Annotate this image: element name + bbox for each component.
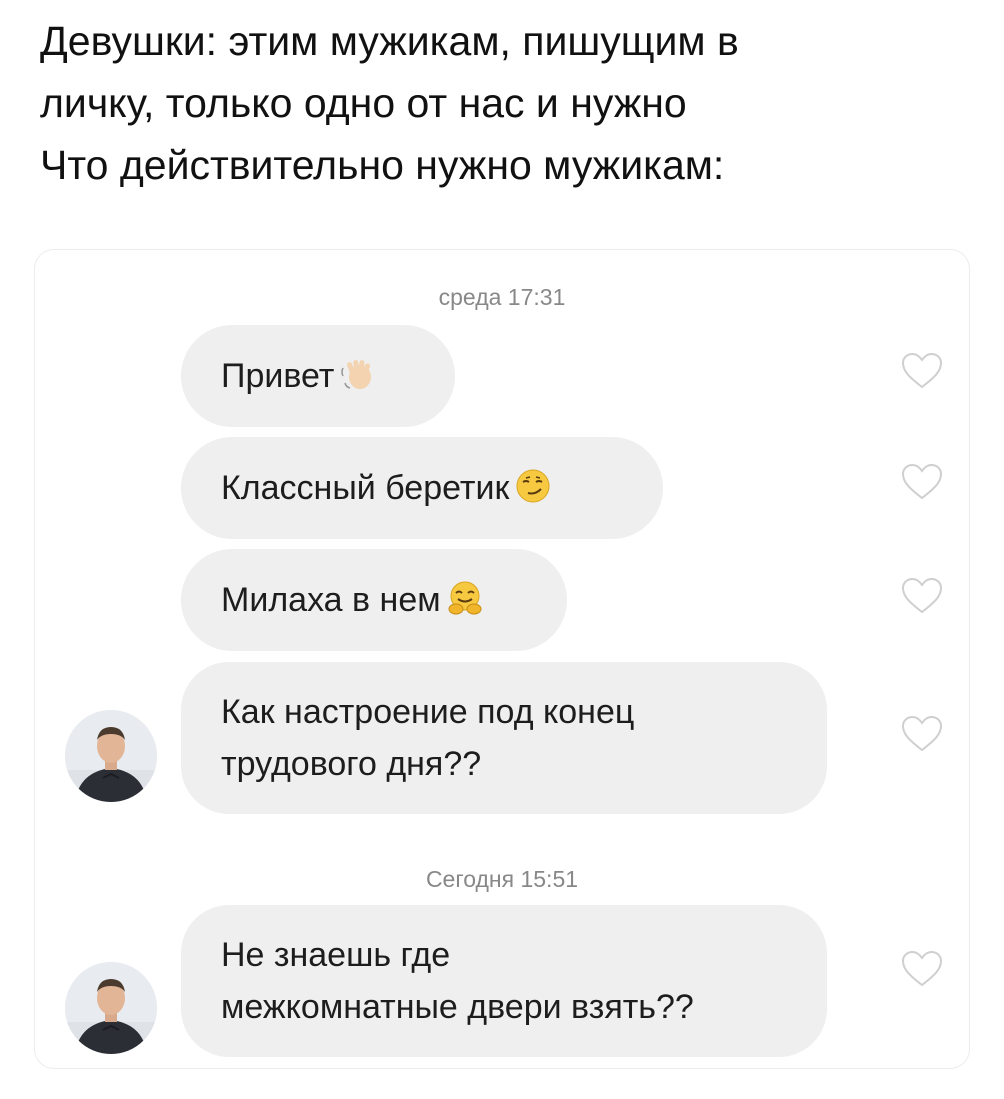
hugging-face-emoji bbox=[448, 581, 482, 615]
heart-outline-icon[interactable] bbox=[901, 577, 943, 615]
avatar-image bbox=[65, 710, 157, 802]
caption-line-2: личку, только одно от нас и нужно bbox=[40, 80, 687, 126]
post-caption: Девушки: этим мужикам, пишущим в личку, … bbox=[40, 10, 980, 196]
message-text-5-line-1: Не знаешь где bbox=[221, 936, 451, 974]
message-bubble-5[interactable]: Не знаешь где межкомнатные двери взять?? bbox=[181, 905, 827, 1057]
avatar-image bbox=[65, 962, 157, 1054]
timestamp-wednesday: среда 17:31 bbox=[438, 284, 566, 310]
message-text-5-line-2: межкомнатные двери взять?? bbox=[221, 988, 694, 1026]
heart-outline-icon[interactable] bbox=[901, 950, 943, 988]
chat-screenshot: среда 17:31 Привет Классный беретик Мила… bbox=[34, 249, 970, 1069]
message-text-1: Привет bbox=[221, 357, 335, 395]
user-avatar-photo[interactable] bbox=[65, 710, 157, 802]
heart-outline-icon[interactable] bbox=[901, 715, 943, 753]
user-avatar-photo[interactable] bbox=[65, 962, 157, 1054]
message-bubble-4[interactable]: Как настроение под конец трудового дня?? bbox=[181, 662, 827, 814]
timestamp-today: Сегодня 15:51 bbox=[425, 866, 579, 892]
message-bubble-3[interactable]: Милаха в нем bbox=[181, 549, 567, 651]
message-text-4-line-1: Как настроение под конец bbox=[221, 693, 635, 731]
caption-line-1: Девушки: этим мужикам, пишущим в bbox=[40, 18, 739, 64]
heart-outline-icon[interactable] bbox=[901, 352, 943, 390]
message-text-3: Милаха в нем bbox=[221, 581, 441, 619]
message-text-2: Классный беретик bbox=[221, 469, 510, 507]
message-bubble-1[interactable]: Привет bbox=[181, 325, 455, 427]
heart-outline-icon[interactable] bbox=[901, 463, 943, 501]
smirking-face-emoji bbox=[516, 469, 550, 503]
waving-hand-emoji bbox=[341, 359, 372, 389]
caption-line-3: Что действительно нужно мужикам: bbox=[40, 142, 725, 188]
message-text-4-line-2: трудового дня?? bbox=[221, 745, 482, 783]
message-bubble-2[interactable]: Классный беретик bbox=[181, 437, 663, 539]
